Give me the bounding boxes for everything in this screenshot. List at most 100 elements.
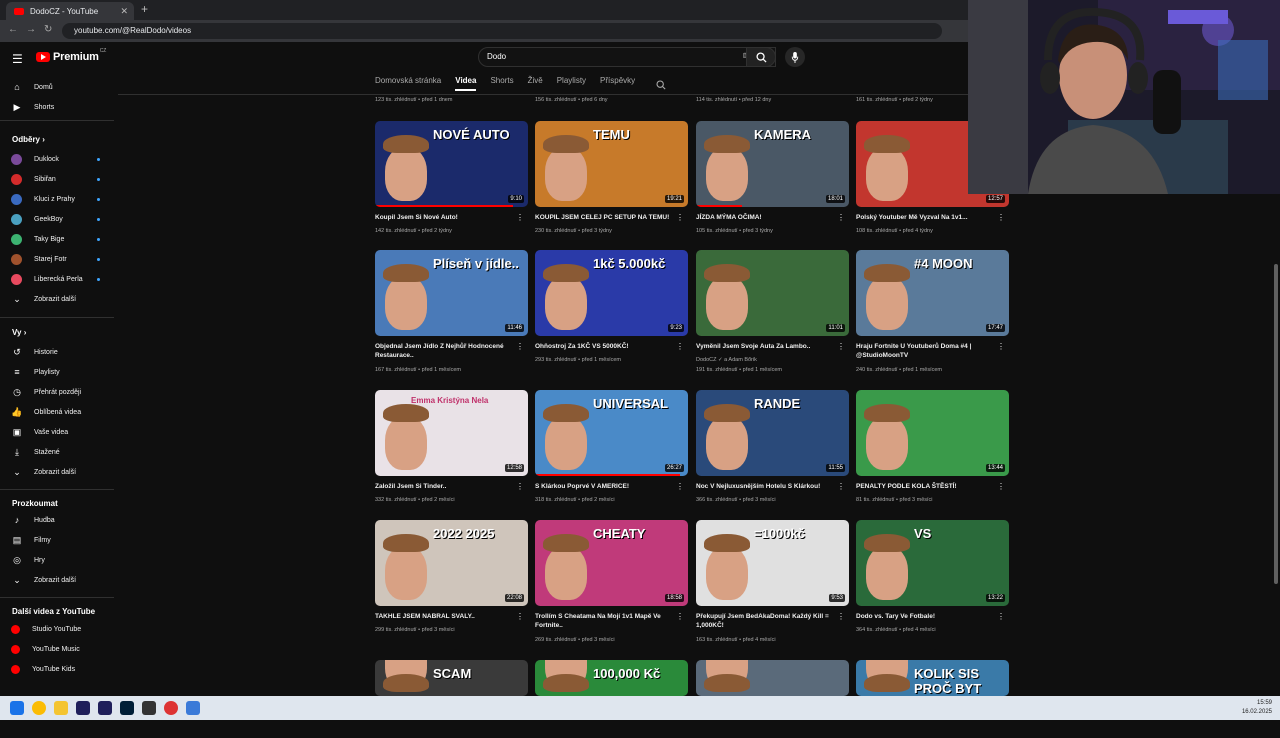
obs-icon[interactable] xyxy=(164,701,178,715)
video-channels[interactable]: DodoCZ ✓ a Adam Bőrik xyxy=(696,357,757,363)
video-thumbnail[interactable]: 11:01 xyxy=(696,250,849,336)
video-thumbnail[interactable]: 100,000 Kč xyxy=(535,660,688,696)
sidebar-item[interactable]: Starej Fotr xyxy=(0,250,118,268)
sidebar-item[interactable]: ▶ Shorts xyxy=(0,98,118,116)
channel-tab[interactable]: Domovská stránka xyxy=(375,76,441,91)
more-actions-icon[interactable]: ⋮ xyxy=(676,213,684,222)
channel-search-icon[interactable] xyxy=(656,77,666,95)
video-title[interactable]: Překupují Jsem BedAkaDoma! Každý Kill = … xyxy=(696,612,836,630)
channel-tab[interactable]: Videa xyxy=(455,76,477,91)
reload-icon[interactable]: ↻ xyxy=(44,24,52,35)
sidebar-item[interactable]: ◎ Hry xyxy=(0,551,118,569)
sidebar-item[interactable]: Studio YouTube xyxy=(0,620,118,638)
video-title[interactable]: TAKHLE JSEM NABRAL SVALY.. xyxy=(375,612,515,621)
video-title[interactable]: Polský Youtuber Mě Vyzval Na 1v1... xyxy=(856,213,996,222)
more-actions-icon[interactable]: ⋮ xyxy=(997,342,1005,351)
video-title[interactable]: Dodo vs. Tary Ve Fotbale! xyxy=(856,612,996,621)
video-thumbnail[interactable]: KAMERA 18:01 xyxy=(696,121,849,207)
system-clock[interactable]: 15:59 16.02.2025 xyxy=(1242,699,1272,717)
sidebar-item[interactable]: ⌄ Zobrazit další xyxy=(0,571,118,589)
video-title[interactable]: Vyměnil Jsem Svoje Auta Za Lambo.. xyxy=(696,342,836,351)
hamburger-menu-icon[interactable]: ☰ xyxy=(12,52,23,66)
sidebar-item[interactable]: Liberecká Perla xyxy=(0,270,118,288)
video-thumbnail[interactable]: CHEATY 18:58 xyxy=(535,520,688,606)
sidebar-item[interactable]: ≡ Playlisty xyxy=(0,363,118,381)
more-actions-icon[interactable]: ⋮ xyxy=(516,612,524,621)
url-field[interactable]: youtube.com/@RealDodo/videos xyxy=(62,23,942,39)
sidebar-item[interactable]: YouTube Music xyxy=(0,640,118,658)
forward-icon[interactable]: → xyxy=(26,24,36,35)
sidebar-item[interactable]: Kluci z Prahy xyxy=(0,190,118,208)
video-title[interactable]: PENALTY PODLE KOLA ŠTĚSTÍ! xyxy=(856,482,996,491)
sidebar-item[interactable]: ◷ Přehrát později xyxy=(0,383,118,401)
more-actions-icon[interactable]: ⋮ xyxy=(997,482,1005,491)
video-title[interactable]: Trollím S Cheatama Na Mojí 1v1 Mapě Ve F… xyxy=(535,612,675,630)
photoshop-icon[interactable] xyxy=(120,701,134,715)
sidebar-item[interactable]: YouTube Kids xyxy=(0,660,118,678)
sidebar-item[interactable]: GeekBoy xyxy=(0,210,118,228)
new-tab-button[interactable]: + xyxy=(141,2,148,16)
video-thumbnail[interactable]: SCAM xyxy=(375,660,528,696)
more-actions-icon[interactable]: ⋮ xyxy=(837,342,845,351)
start-icon[interactable] xyxy=(10,701,24,715)
video-title[interactable]: JÍZDA MÝMA OČIMA! xyxy=(696,213,836,222)
back-icon[interactable]: ← xyxy=(8,24,18,35)
more-actions-icon[interactable]: ⋮ xyxy=(837,213,845,222)
sidebar-item[interactable]: Sibiřan xyxy=(0,170,118,188)
sidebar-item[interactable]: ⌄ Zobrazit další xyxy=(0,463,118,481)
sidebar-item[interactable]: ▤ Filmy xyxy=(0,531,118,549)
more-actions-icon[interactable]: ⋮ xyxy=(837,612,845,621)
video-thumbnail[interactable]: =1000kč 9:53 xyxy=(696,520,849,606)
voice-search-button[interactable] xyxy=(785,47,805,67)
video-thumbnail[interactable]: Plíseň v jídle.. 11:46 xyxy=(375,250,528,336)
more-actions-icon[interactable]: ⋮ xyxy=(516,482,524,491)
search-button[interactable] xyxy=(746,47,776,67)
video-title[interactable]: Koupil Jsem Si Nové Auto! xyxy=(375,213,515,222)
video-thumbnail[interactable]: 13:44 xyxy=(856,390,1009,476)
file-explorer-icon[interactable] xyxy=(54,701,68,715)
video-thumbnail[interactable]: UNIVERSAL 26:27 xyxy=(535,390,688,476)
video-title[interactable]: Noc V Nejluxusnějším Hotelu S Klárkou! xyxy=(696,482,836,491)
more-actions-icon[interactable]: ⋮ xyxy=(837,482,845,491)
more-actions-icon[interactable]: ⋮ xyxy=(516,213,524,222)
youtube-logo[interactable]: Premium CZ xyxy=(36,48,106,63)
sidebar-item[interactable]: ♪ Hudba xyxy=(0,511,118,529)
video-thumbnail[interactable]: #4 MOON 17:47 xyxy=(856,250,1009,336)
tab-close-icon[interactable]: ✕ xyxy=(120,6,128,17)
channel-tab[interactable]: Příspěvky xyxy=(600,76,635,91)
sidebar-item[interactable]: Duklock xyxy=(0,150,118,168)
video-title[interactable]: S Klárkou Poprvé V AMERICE! xyxy=(535,482,675,491)
video-thumbnail[interactable]: KOLIK SIS PROČ BYT xyxy=(856,660,1009,696)
video-title[interactable]: Založil Jsem Si Tinder.. xyxy=(375,482,515,491)
video-thumbnail[interactable]: RANDE 11:55 xyxy=(696,390,849,476)
video-thumbnail[interactable]: VS 13:22 xyxy=(856,520,1009,606)
app-icon[interactable] xyxy=(186,701,200,715)
sidebar-item[interactable]: 👍 Oblíbená videa xyxy=(0,403,118,421)
channel-tab[interactable]: Živě xyxy=(528,76,543,91)
video-thumbnail[interactable]: NOVÉ AUTO 9:10 xyxy=(375,121,528,207)
you-heading[interactable]: Vy › xyxy=(12,328,26,337)
sidebar-item[interactable]: ↺ Historie xyxy=(0,343,118,361)
show-more-button[interactable]: ⌄ Zobrazit další xyxy=(0,290,118,308)
video-thumbnail[interactable] xyxy=(696,660,849,696)
video-thumbnail[interactable]: 1kč 5.000kč 9:23 xyxy=(535,250,688,336)
video-thumbnail[interactable]: TEMU 19:21 xyxy=(535,121,688,207)
video-thumbnail[interactable]: Emma Kristýna Nela 12:58 xyxy=(375,390,528,476)
app-icon[interactable] xyxy=(142,701,156,715)
sidebar-item[interactable]: Taky Bige xyxy=(0,230,118,248)
browser-tab[interactable]: DodoCZ - YouTube ✕ xyxy=(6,2,134,20)
channel-tab[interactable]: Playlisty xyxy=(557,76,586,91)
sidebar-item[interactable]: ⌂ Domů xyxy=(0,78,118,96)
subscriptions-heading[interactable]: Odběry › xyxy=(12,135,45,144)
video-title[interactable]: Objednal Jsem Jídlo Z Nejhůř Hodnocené R… xyxy=(375,342,515,360)
channel-tab[interactable]: Shorts xyxy=(490,76,513,91)
chrome-icon[interactable] xyxy=(32,701,46,715)
sidebar-item[interactable]: ▣ Vaše videa xyxy=(0,423,118,441)
after-effects-icon[interactable] xyxy=(98,701,112,715)
scrollbar-thumb[interactable] xyxy=(1274,264,1278,584)
more-actions-icon[interactable]: ⋮ xyxy=(676,612,684,621)
more-actions-icon[interactable]: ⋮ xyxy=(676,342,684,351)
more-actions-icon[interactable]: ⋮ xyxy=(676,482,684,491)
search-input[interactable]: Dodo ⌨ ✕ xyxy=(478,47,776,67)
video-title[interactable]: Hraju Fortnite U Youtuberů Doma #4 | @St… xyxy=(856,342,996,360)
